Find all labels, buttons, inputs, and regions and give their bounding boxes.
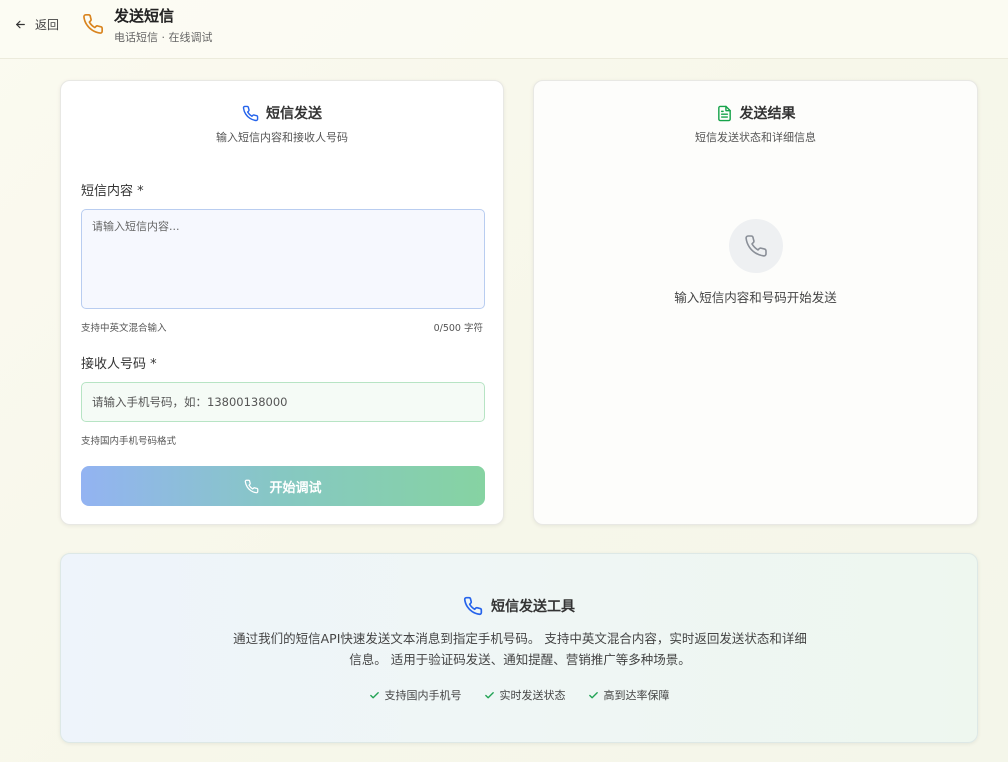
send-card-subtitle: 输入短信内容和接收人号码 xyxy=(216,131,348,144)
document-icon xyxy=(717,105,731,121)
result-card-header: 发送结果 xyxy=(534,103,977,123)
result-card: 发送结果 短信发送状态和详细信息 输入短信内容和号码开始发送 xyxy=(533,80,978,525)
phone-icon xyxy=(463,596,483,616)
send-card-title: 短信发送 xyxy=(266,106,322,122)
info-card-title: 短信发送工具 xyxy=(491,599,575,615)
top-bar: 返回 发送短信 电话短信 · 在线调试 xyxy=(0,0,1008,59)
feature-label: 支持国内手机号 xyxy=(384,689,462,702)
send-card-header: 短信发送 xyxy=(61,103,503,123)
info-card-description: 通过我们的短信API快速发送文本消息到指定手机号码。 支持中英文混合内容，实时返… xyxy=(233,631,807,667)
back-label: 返回 xyxy=(35,17,60,32)
send-card: 短信发送 输入短信内容和接收人号码 短信内容 * 支持中英文混合输入 0/500… xyxy=(60,80,504,525)
feature-item: 支持国内手机号 xyxy=(369,687,462,703)
phone-label: 接收人号码 * xyxy=(81,357,157,372)
feature-item: 实时发送状态 xyxy=(484,687,566,703)
phone-hint: 支持国内手机号码格式 xyxy=(81,436,177,447)
check-icon xyxy=(484,691,494,698)
info-card-header: 短信发送工具 xyxy=(61,596,977,616)
check-icon xyxy=(369,691,379,698)
back-button[interactable]: 返回 xyxy=(14,15,59,33)
result-card-title: 发送结果 xyxy=(739,106,796,122)
feature-item: 高到达率保障 xyxy=(588,687,670,703)
phone-icon xyxy=(242,105,259,121)
phone-icon xyxy=(83,14,103,34)
page-title: 发送短信 xyxy=(114,7,175,25)
info-card: 短信发送工具 通过我们的短信API快速发送文本消息到指定手机号码。 支持中英文混… xyxy=(60,553,978,743)
content-label: 短信内容 * xyxy=(81,184,144,199)
content-counter: 0/500 字符 xyxy=(433,323,483,334)
feature-label: 高到达率保障 xyxy=(603,689,670,702)
check-icon xyxy=(588,691,598,698)
feature-list: 支持国内手机号 实时发送状态 高到达率保障 xyxy=(61,687,977,703)
feature-label: 实时发送状态 xyxy=(499,689,566,702)
page-subtitle: 电话短信 · 在线调试 xyxy=(114,31,213,44)
empty-state-badge xyxy=(729,219,783,273)
phone-icon xyxy=(245,479,259,493)
start-debug-button[interactable]: 开始调试 xyxy=(81,466,485,506)
arrow-left-icon xyxy=(16,20,25,28)
result-card-subtitle: 短信发送状态和详细信息 xyxy=(695,131,816,144)
start-debug-label: 开始调试 xyxy=(269,480,322,496)
phone-input[interactable] xyxy=(81,382,485,422)
content-textarea[interactable] xyxy=(81,209,485,309)
content-hint: 支持中英文混合输入 xyxy=(81,323,167,334)
phone-icon xyxy=(745,235,767,257)
empty-state-text: 输入短信内容和号码开始发送 xyxy=(674,290,837,305)
